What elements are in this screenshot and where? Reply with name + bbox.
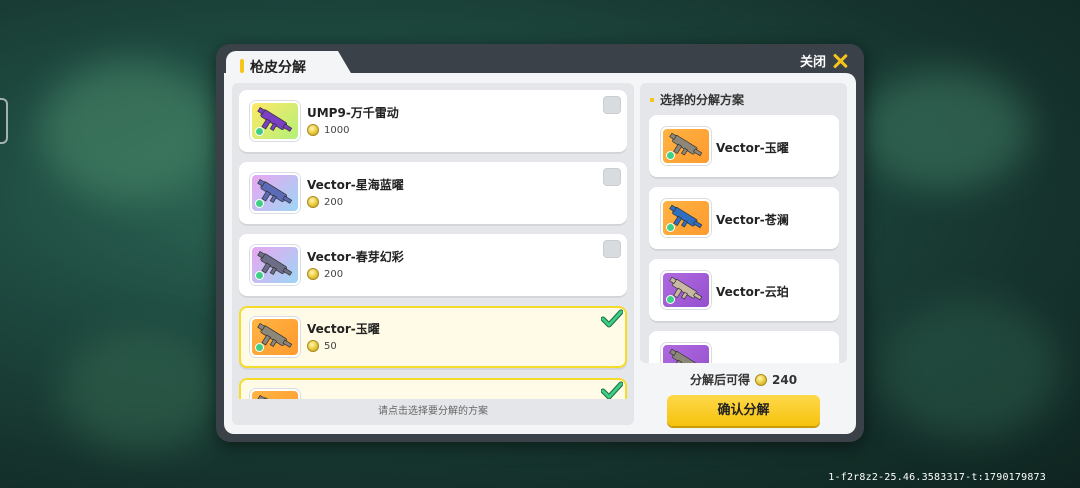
select-checkbox[interactable] bbox=[603, 240, 621, 258]
skin-name: Vector-春芽幻彩 bbox=[307, 250, 404, 264]
rarity-dot-icon bbox=[255, 127, 264, 136]
skin-price: 1000 bbox=[307, 124, 349, 136]
coin-icon bbox=[307, 196, 319, 208]
rarity-dot-icon bbox=[255, 343, 264, 352]
decompose-summary: 分解后可得 240 bbox=[690, 371, 797, 388]
skin-thumbnail bbox=[250, 101, 300, 141]
rarity-dot-icon bbox=[666, 295, 675, 304]
skin-price-value: 50 bbox=[324, 340, 337, 352]
confirm-decompose-button[interactable]: 确认分解 bbox=[667, 395, 820, 426]
background-blur bbox=[880, 300, 1060, 440]
skin-price-value: 200 bbox=[324, 196, 344, 208]
scheme-item[interactable]: Vector-玉曜 bbox=[649, 115, 839, 177]
scheme-name: Vector-云珀 bbox=[716, 285, 789, 299]
scheme-list[interactable]: Vector-玉曜 Vector-苍澜 Vector-云珀 bbox=[649, 115, 839, 363]
skin-name: Vector-星海蓝曜 bbox=[307, 178, 404, 192]
coin-icon bbox=[307, 124, 319, 136]
close-icon bbox=[832, 53, 848, 69]
gun-skin-icon bbox=[257, 394, 287, 399]
coin-icon bbox=[307, 340, 319, 352]
skin-list-item[interactable]: Vector-玉曜 50 bbox=[239, 306, 627, 368]
select-checkbox[interactable] bbox=[603, 96, 621, 114]
scheme-panel-title-text: 选择的分解方案 bbox=[660, 93, 745, 107]
rarity-dot-icon bbox=[255, 199, 264, 208]
title-accent-bar bbox=[240, 59, 244, 73]
checkmark-icon[interactable] bbox=[601, 381, 623, 399]
coin-icon bbox=[755, 373, 768, 386]
scheme-thumbnail bbox=[661, 271, 711, 309]
skin-list-item[interactable]: Vector-春芽幻彩 200 bbox=[239, 234, 627, 296]
skin-list-item[interactable]: UMP9-万千雷动 1000 bbox=[239, 90, 627, 152]
skin-thumbnail bbox=[250, 317, 300, 357]
scheme-item[interactable] bbox=[649, 331, 839, 363]
bullet-icon bbox=[650, 97, 654, 102]
skin-decompose-dialog: 枪皮分解 关闭 UMP9-万千雷动 1000 Vector-星海蓝曜 200 Vecto… bbox=[216, 44, 864, 442]
close-button[interactable]: 关闭 bbox=[800, 51, 848, 70]
checkmark-icon[interactable] bbox=[601, 309, 623, 329]
scheme-panel: 选择的分解方案 Vector-玉曜 Vector-苍澜 Vector-云珀 bbox=[640, 83, 847, 363]
skin-list-item[interactable] bbox=[239, 378, 627, 399]
rarity-dot-icon bbox=[666, 151, 675, 160]
skin-price: 50 bbox=[307, 340, 337, 352]
scheme-thumbnail bbox=[661, 199, 711, 237]
skin-name: Vector-玉曜 bbox=[307, 322, 380, 336]
scheme-name: Vector-玉曜 bbox=[716, 141, 789, 155]
selection-hint: 请点击选择要分解的方案 bbox=[232, 399, 634, 425]
skin-thumbnail bbox=[250, 389, 300, 399]
build-watermark: 1-f2r8z2-25.46.3583317-t:1790179873 bbox=[828, 472, 1046, 483]
scheme-thumbnail bbox=[661, 343, 711, 363]
skin-list-item[interactable]: Vector-星海蓝曜 200 bbox=[239, 162, 627, 224]
rarity-dot-icon bbox=[255, 271, 264, 280]
summary-value: 240 bbox=[772, 372, 798, 387]
close-label: 关闭 bbox=[799, 55, 826, 70]
background-blur bbox=[60, 330, 220, 450]
skin-name: UMP9-万千雷动 bbox=[307, 106, 399, 120]
background-blur bbox=[860, 70, 1030, 190]
coin-icon bbox=[307, 268, 319, 280]
scheme-thumbnail bbox=[661, 127, 711, 165]
skin-thumbnail bbox=[250, 245, 300, 285]
rarity-dot-icon bbox=[666, 223, 675, 232]
skin-list-panel: UMP9-万千雷动 1000 Vector-星海蓝曜 200 Vector-春芽幻彩 20… bbox=[232, 83, 634, 425]
background-blur bbox=[40, 60, 220, 200]
side-tab-handle[interactable] bbox=[0, 98, 8, 144]
scheme-name: Vector-苍澜 bbox=[716, 213, 789, 227]
skin-price: 200 bbox=[307, 268, 343, 280]
scheme-item[interactable]: Vector-云珀 bbox=[649, 259, 839, 321]
scheme-panel-title: 选择的分解方案 bbox=[650, 91, 744, 108]
skin-thumbnail bbox=[250, 173, 300, 213]
gun-skin-icon bbox=[669, 348, 698, 363]
skin-price: 200 bbox=[307, 196, 343, 208]
skin-price-value: 200 bbox=[324, 268, 344, 280]
summary-label: 分解后可得 bbox=[690, 373, 751, 387]
select-checkbox[interactable] bbox=[603, 168, 621, 186]
skin-list[interactable]: UMP9-万千雷动 1000 Vector-星海蓝曜 200 Vector-春芽幻彩 20… bbox=[239, 90, 629, 399]
skin-price-value: 1000 bbox=[324, 124, 350, 136]
dialog-content: UMP9-万千雷动 1000 Vector-星海蓝曜 200 Vector-春芽幻彩 20… bbox=[224, 73, 856, 434]
scheme-item[interactable]: Vector-苍澜 bbox=[649, 187, 839, 249]
